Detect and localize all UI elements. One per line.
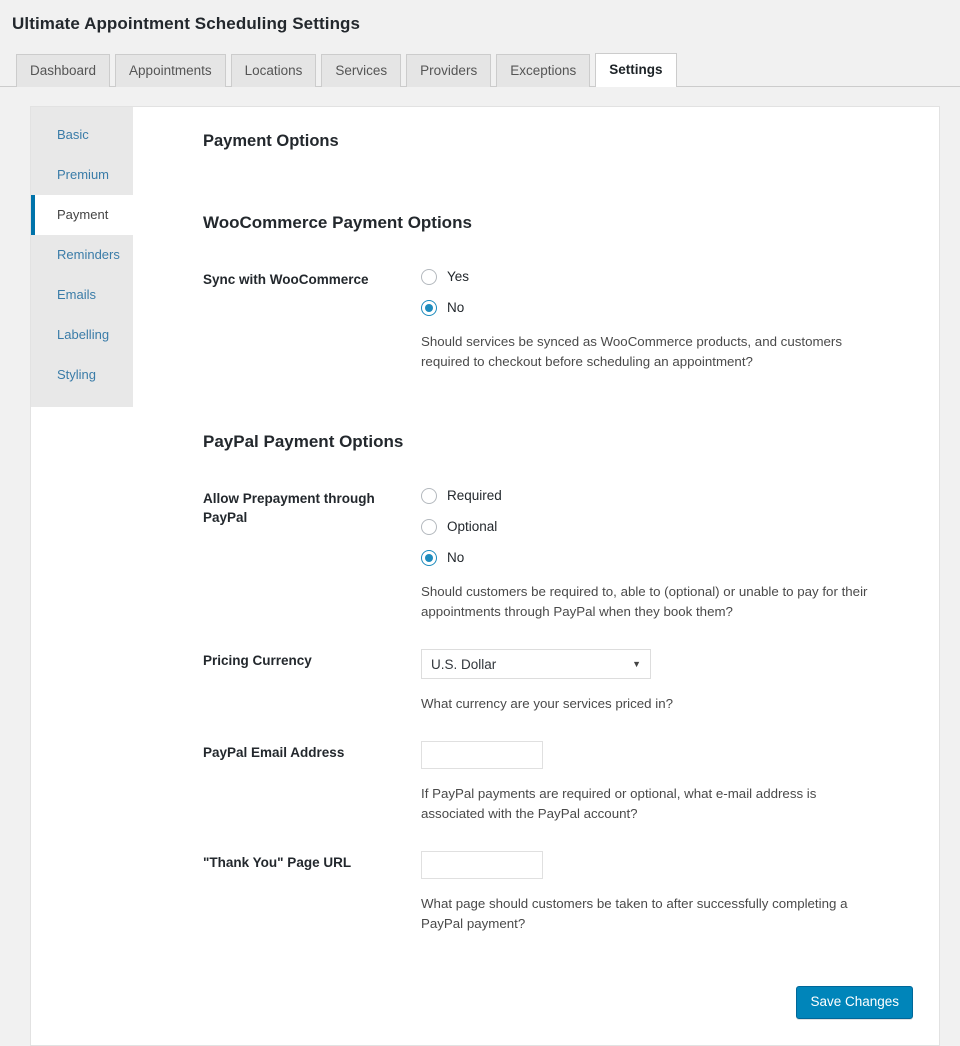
radio-icon-sync-no[interactable] bbox=[421, 300, 437, 316]
radio-icon-sync-yes[interactable] bbox=[421, 269, 437, 285]
tab-exceptions[interactable]: Exceptions bbox=[496, 54, 591, 87]
sidebar-item-reminders[interactable]: Reminders bbox=[31, 235, 133, 275]
sync-with-woocommerce-label: Sync with WooCommerce bbox=[203, 272, 369, 287]
field-paypal-email: PayPal Email Address If PayPal payments … bbox=[203, 741, 913, 824]
field-thank-you-url: "Thank You" Page URL What page should cu… bbox=[203, 851, 913, 934]
allow-prepayment-control: Required Optional No Should customers be… bbox=[421, 487, 913, 622]
tab-services[interactable]: Services bbox=[321, 54, 402, 87]
field-allow-prepayment: Allow Prepayment through PayPal Required… bbox=[203, 487, 913, 622]
allow-prepayment-label: Allow Prepayment through PayPal bbox=[203, 491, 375, 525]
sidebar-item-payment[interactable]: Payment bbox=[31, 195, 133, 235]
sidebar-item-premium[interactable]: Premium bbox=[31, 155, 133, 195]
radio-prepayment-required[interactable]: Required bbox=[421, 487, 913, 505]
sync-with-woocommerce-control: Yes No Should services be synced as WooC… bbox=[421, 268, 913, 372]
radio-label-prepayment-optional[interactable]: Optional bbox=[447, 518, 497, 536]
radio-sync-no[interactable]: No bbox=[421, 299, 913, 317]
chevron-down-icon: ▼ bbox=[632, 658, 641, 669]
radio-icon-prepayment-no[interactable] bbox=[421, 550, 437, 566]
pricing-currency-help: What currency are your services priced i… bbox=[421, 696, 673, 711]
tab-providers[interactable]: Providers bbox=[406, 54, 492, 87]
save-changes-button[interactable]: Save Changes bbox=[796, 986, 913, 1019]
page-title: Ultimate Appointment Scheduling Settings bbox=[12, 14, 361, 33]
field-sync-with-woocommerce: Sync with WooCommerce Yes No Should serv… bbox=[203, 268, 913, 372]
settings-content: Payment Options WooCommerce Payment Opti… bbox=[133, 107, 939, 1045]
tab-appointments[interactable]: Appointments bbox=[115, 54, 226, 87]
pricing-currency-label: Pricing Currency bbox=[203, 653, 312, 668]
radio-icon-prepayment-optional[interactable] bbox=[421, 519, 437, 535]
paypal-email-label: PayPal Email Address bbox=[203, 745, 345, 760]
field-pricing-currency: Pricing Currency U.S. Dollar ▼ What curr… bbox=[203, 649, 913, 714]
paypal-email-help: If PayPal payments are required or optio… bbox=[421, 786, 817, 821]
paypal-email-input[interactable] bbox=[421, 741, 543, 769]
paypal-email-control: If PayPal payments are required or optio… bbox=[421, 741, 913, 824]
thank-you-url-help: What page should customers be taken to a… bbox=[421, 896, 848, 931]
sidebar-item-basic[interactable]: Basic bbox=[31, 115, 133, 155]
tab-dashboard[interactable]: Dashboard bbox=[16, 54, 111, 87]
radio-label-prepayment-no[interactable]: No bbox=[447, 549, 464, 567]
tab-bar: Dashboard Appointments Locations Service… bbox=[0, 53, 960, 87]
thank-you-url-control: What page should customers be taken to a… bbox=[421, 851, 913, 934]
pricing-currency-control: U.S. Dollar ▼ What currency are your ser… bbox=[421, 649, 913, 714]
radio-icon-prepayment-required[interactable] bbox=[421, 488, 437, 504]
radio-prepayment-optional[interactable]: Optional bbox=[421, 518, 913, 536]
radio-label-prepayment-required[interactable]: Required bbox=[447, 487, 502, 505]
settings-sidebar: Basic Premium Payment Reminders Emails L… bbox=[31, 107, 133, 407]
sidebar-item-labelling[interactable]: Labelling bbox=[31, 315, 133, 355]
radio-label-sync-no[interactable]: No bbox=[447, 299, 464, 317]
radio-label-sync-yes[interactable]: Yes bbox=[447, 268, 469, 286]
radio-sync-yes[interactable]: Yes bbox=[421, 268, 913, 286]
paypal-section-heading: PayPal Payment Options bbox=[203, 432, 404, 451]
settings-panel-wrapper: Basic Premium Payment Reminders Emails L… bbox=[0, 87, 960, 1046]
sync-with-woocommerce-help: Should services be synced as WooCommerce… bbox=[421, 334, 843, 369]
thank-you-url-label: "Thank You" Page URL bbox=[203, 855, 352, 870]
payment-options-heading: Payment Options bbox=[203, 132, 339, 150]
thank-you-url-input[interactable] bbox=[421, 851, 543, 879]
sidebar-item-emails[interactable]: Emails bbox=[31, 275, 133, 315]
woocommerce-section-heading: WooCommerce Payment Options bbox=[203, 213, 472, 232]
radio-prepayment-no[interactable]: No bbox=[421, 549, 913, 567]
tab-locations[interactable]: Locations bbox=[230, 54, 317, 87]
allow-prepayment-help: Should customers be required to, able to… bbox=[421, 584, 868, 619]
settings-panel: Basic Premium Payment Reminders Emails L… bbox=[30, 106, 940, 1046]
pricing-currency-value: U.S. Dollar bbox=[431, 656, 497, 672]
pricing-currency-select[interactable]: U.S. Dollar ▼ bbox=[421, 649, 651, 679]
tab-settings[interactable]: Settings bbox=[595, 53, 677, 87]
panel-footer: Save Changes bbox=[203, 934, 913, 1019]
sidebar-item-styling[interactable]: Styling bbox=[31, 355, 133, 395]
